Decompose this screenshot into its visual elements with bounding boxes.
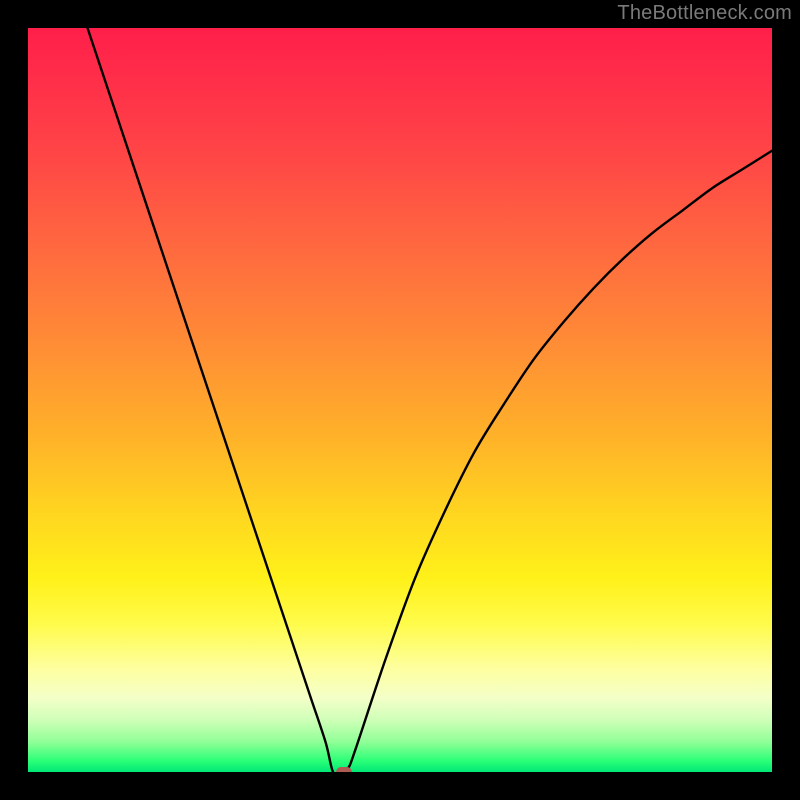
watermark-text: TheBottleneck.com: [617, 2, 792, 25]
curve-svg: [28, 28, 772, 772]
chart-frame: TheBottleneck.com: [0, 0, 800, 800]
vertex-marker: [336, 767, 352, 772]
bottleneck-curve: [88, 28, 772, 772]
plot-area: [28, 28, 772, 772]
